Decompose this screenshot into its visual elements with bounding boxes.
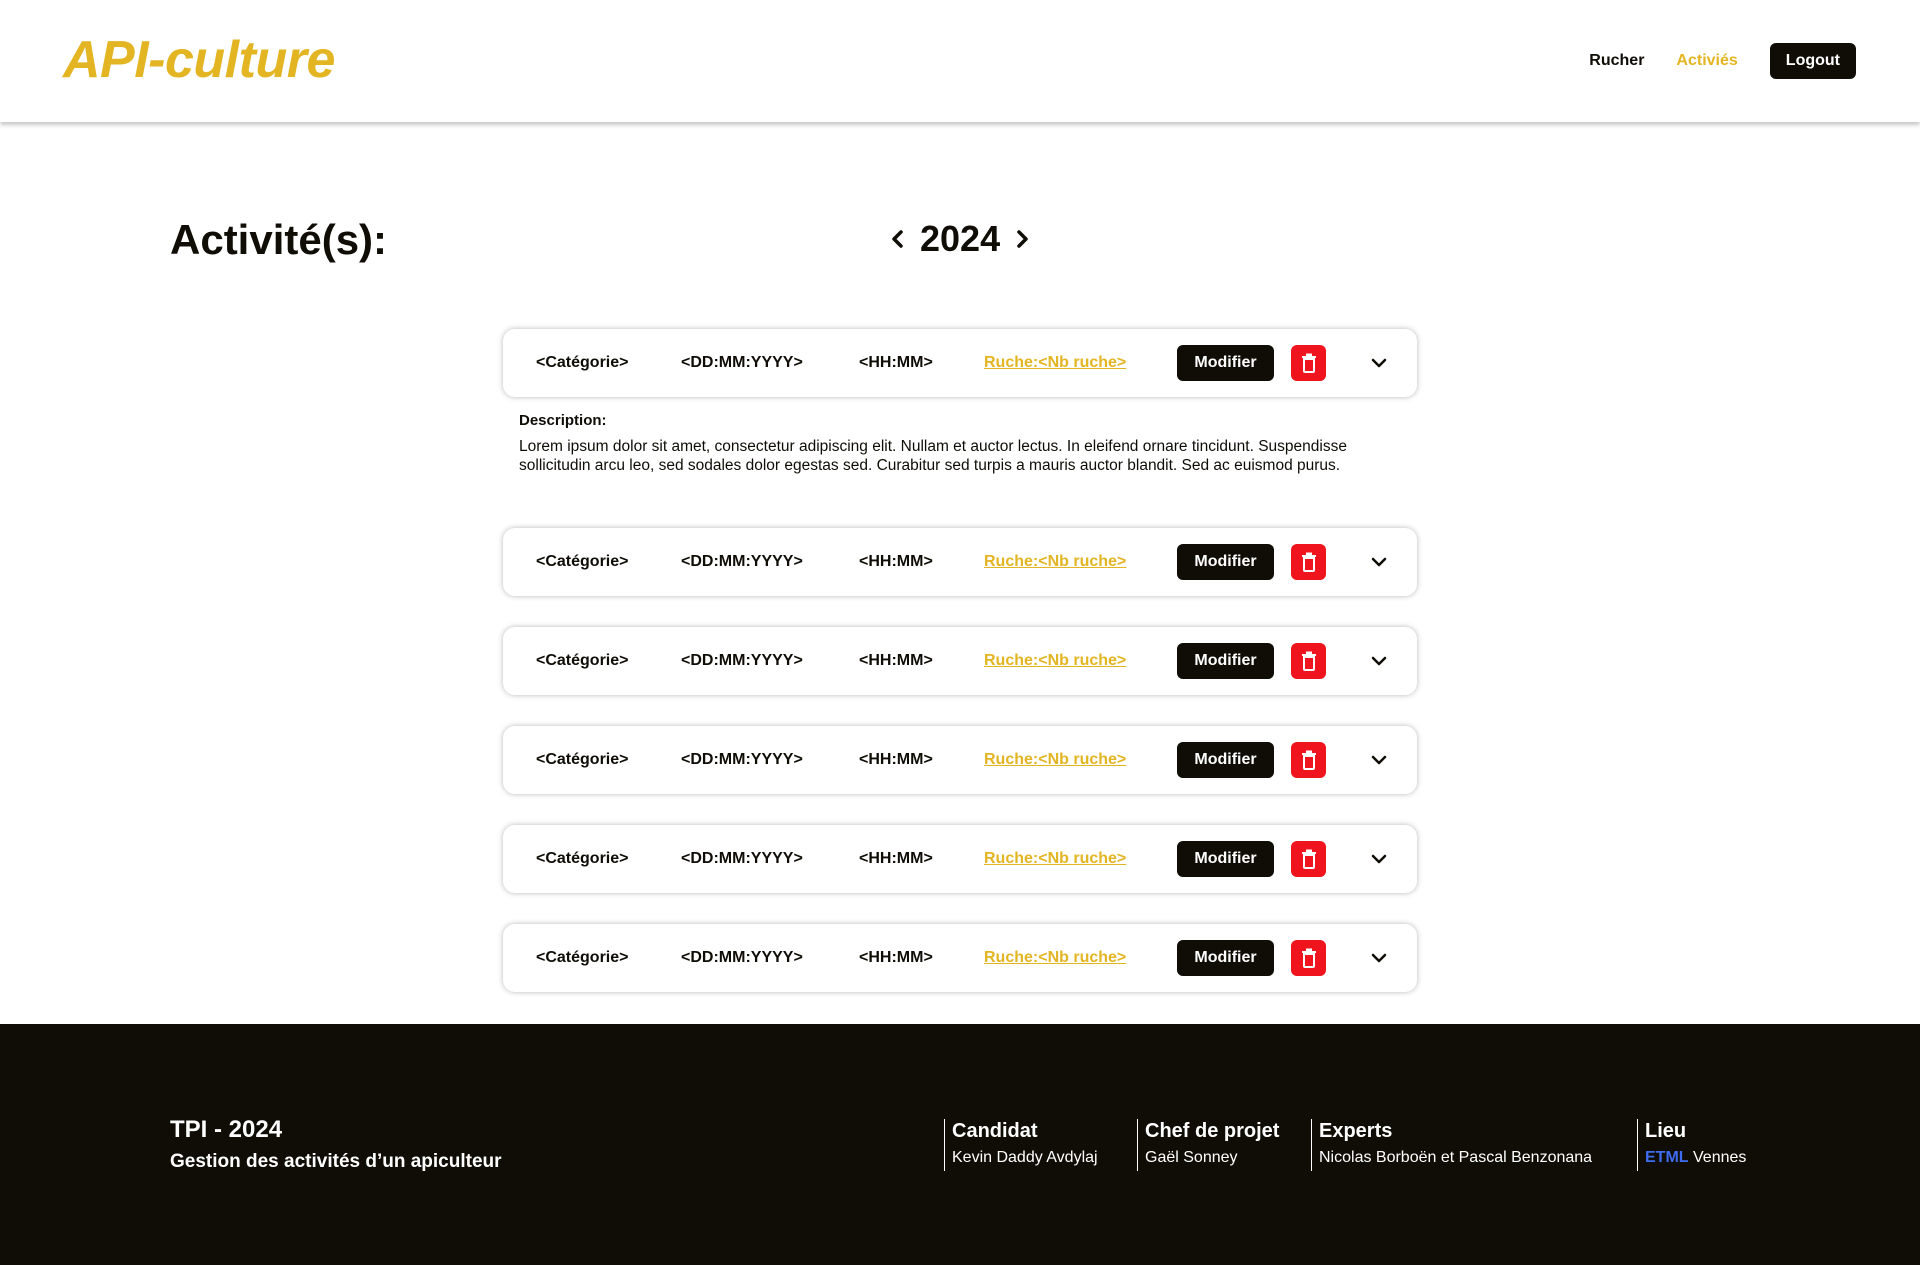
- main-nav: Rucher Activiés Logout: [1589, 43, 1856, 79]
- lieu-title: Lieu: [1645, 1120, 1687, 1142]
- activity-date: <DD:MM:YYYY>: [681, 751, 803, 768]
- page-title: Activité(s):: [170, 216, 388, 263]
- activity-row: <Catégorie> <DD:MM:YYYY> <HH:MM> Ruche:<…: [503, 726, 1417, 794]
- activity-date: <DD:MM:YYYY>: [681, 652, 803, 669]
- delete-button[interactable]: [1291, 940, 1326, 976]
- activity-categorie: <Catégorie>: [536, 652, 629, 669]
- activity-date: <DD:MM:YYYY>: [681, 949, 803, 966]
- nav-rucher[interactable]: Rucher: [1589, 52, 1644, 70]
- activity-ruche-link[interactable]: Ruche:<Nb ruche>: [984, 528, 1126, 596]
- lieu-place: Vennes: [1693, 1149, 1747, 1166]
- chevron-down-icon[interactable]: [1365, 548, 1393, 576]
- chevron-left-icon[interactable]: [888, 219, 908, 259]
- activity-row: <Catégorie> <DD:MM:YYYY> <HH:MM> Ruche:<…: [503, 627, 1417, 695]
- trash-icon: [1301, 948, 1316, 968]
- app-logo[interactable]: API-culture: [63, 30, 335, 90]
- trash-icon: [1301, 651, 1316, 671]
- activity-time: <HH:MM>: [859, 354, 933, 371]
- modifier-button[interactable]: Modifier: [1177, 643, 1274, 679]
- delete-button[interactable]: [1291, 643, 1326, 679]
- footer-candidat: Candidat Kevin Daddy Avdylaj: [944, 1119, 1098, 1171]
- trash-icon: [1301, 849, 1316, 869]
- activity-ruche-link[interactable]: Ruche:<Nb ruche>: [984, 329, 1126, 397]
- lieu-value: ETML Vennes: [1645, 1148, 1746, 1168]
- trash-icon: [1301, 750, 1316, 770]
- activity-date: <DD:MM:YYYY>: [681, 553, 803, 570]
- header: API-culture Rucher Activiés Logout: [0, 0, 1920, 122]
- modifier-button[interactable]: Modifier: [1177, 742, 1274, 778]
- activity-categorie: <Catégorie>: [536, 850, 629, 867]
- activity-row: <Catégorie> <DD:MM:YYYY> <HH:MM> Ruche:<…: [503, 924, 1417, 992]
- activity-categorie: <Catégorie>: [536, 553, 629, 570]
- candidat-title: Candidat: [952, 1120, 1038, 1142]
- etml-link[interactable]: ETML: [1645, 1149, 1689, 1166]
- activity-time: <HH:MM>: [859, 949, 933, 966]
- year-selector: 2024: [888, 218, 1032, 260]
- chevron-down-icon[interactable]: [1365, 845, 1393, 873]
- experts-title: Experts: [1319, 1120, 1393, 1142]
- chevron-down-icon[interactable]: [1365, 349, 1393, 377]
- delete-button[interactable]: [1291, 742, 1326, 778]
- delete-button[interactable]: [1291, 345, 1326, 381]
- activity-description: Description: Lorem ipsum dolor sit amet,…: [519, 412, 1399, 475]
- activity-time: <HH:MM>: [859, 553, 933, 570]
- experts-value: Nicolas Borboën et Pascal Benzonana: [1319, 1149, 1593, 1166]
- footer-experts: Experts Nicolas Borboën et Pascal Benzon…: [1311, 1119, 1592, 1171]
- activity-ruche-link[interactable]: Ruche:<Nb ruche>: [984, 825, 1126, 893]
- footer-lieu: Lieu ETML Vennes: [1637, 1119, 1746, 1171]
- activity-categorie: <Catégorie>: [536, 354, 629, 371]
- description-label: Description:: [519, 412, 607, 429]
- chef-value: Gaël Sonney: [1145, 1149, 1238, 1166]
- trash-icon: [1301, 353, 1316, 373]
- footer-chef-de-projet: Chef de projet Gaël Sonney: [1137, 1119, 1279, 1171]
- candidat-value: Kevin Daddy Avdylaj: [952, 1149, 1098, 1166]
- activity-row: <Catégorie> <DD:MM:YYYY> <HH:MM> Ruche:<…: [503, 528, 1417, 596]
- activity-ruche-link[interactable]: Ruche:<Nb ruche>: [984, 726, 1126, 794]
- delete-button[interactable]: [1291, 841, 1326, 877]
- activity-time: <HH:MM>: [859, 652, 933, 669]
- modifier-button[interactable]: Modifier: [1177, 544, 1274, 580]
- activity-categorie: <Catégorie>: [536, 949, 629, 966]
- activity-date: <DD:MM:YYYY>: [681, 354, 803, 371]
- activity-row: <Catégorie> <DD:MM:YYYY> <HH:MM> Ruche:<…: [503, 329, 1417, 397]
- chevron-down-icon[interactable]: [1365, 746, 1393, 774]
- activity-date: <DD:MM:YYYY>: [681, 850, 803, 867]
- chevron-right-icon[interactable]: [1012, 219, 1032, 259]
- chevron-down-icon[interactable]: [1365, 944, 1393, 972]
- chevron-down-icon[interactable]: [1365, 647, 1393, 675]
- activity-time: <HH:MM>: [859, 751, 933, 768]
- footer-title: TPI - 2024: [170, 1116, 283, 1143]
- description-text: Lorem ipsum dolor sit amet, consectetur …: [519, 438, 1347, 474]
- activity-ruche-link[interactable]: Ruche:<Nb ruche>: [984, 627, 1126, 695]
- footer-subtitle: Gestion des activités d’un apiculteur: [170, 1151, 502, 1172]
- footer: TPI - 2024 Gestion des activités d’un ap…: [0, 1024, 1920, 1265]
- activity-categorie: <Catégorie>: [536, 751, 629, 768]
- activity-time: <HH:MM>: [859, 850, 933, 867]
- delete-button[interactable]: [1291, 544, 1326, 580]
- modifier-button[interactable]: Modifier: [1177, 841, 1274, 877]
- activity-row: <Catégorie> <DD:MM:YYYY> <HH:MM> Ruche:<…: [503, 825, 1417, 893]
- nav-activites[interactable]: Activiés: [1676, 52, 1737, 70]
- modifier-button[interactable]: Modifier: [1177, 345, 1274, 381]
- modifier-button[interactable]: Modifier: [1177, 940, 1274, 976]
- chef-title: Chef de projet: [1145, 1120, 1280, 1142]
- logout-button[interactable]: Logout: [1769, 43, 1856, 79]
- trash-icon: [1301, 552, 1316, 572]
- activity-ruche-link[interactable]: Ruche:<Nb ruche>: [984, 924, 1126, 992]
- year-value: 2024: [920, 218, 1001, 259]
